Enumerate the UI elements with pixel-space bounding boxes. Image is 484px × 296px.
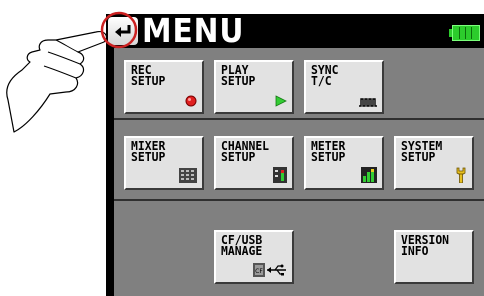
meter-setup-button[interactable]: METER SETUP bbox=[304, 136, 384, 190]
button-label: SYNC T/C bbox=[311, 63, 339, 88]
rec-setup-button[interactable]: REC SETUP bbox=[124, 60, 204, 114]
record-dot-icon bbox=[185, 95, 197, 107]
mixer-grid-icon bbox=[179, 168, 197, 183]
play-triangle-icon bbox=[275, 95, 287, 107]
level-meter-icon bbox=[361, 167, 377, 183]
svg-text:CF: CF bbox=[255, 268, 263, 275]
device-screen: MENU REC SETUP PLAY SETUP SYNC T/C MIXER… bbox=[106, 14, 484, 296]
wrench-icon bbox=[456, 167, 466, 183]
channel-meter-icon bbox=[273, 167, 287, 183]
cf-usb-icon: CF bbox=[253, 263, 286, 277]
menu-panel: REC SETUP PLAY SETUP SYNC T/C MIXER SETU… bbox=[114, 48, 484, 296]
page-title: MENU bbox=[142, 14, 245, 50]
button-label: MIXER SETUP bbox=[131, 139, 166, 164]
cf-usb-manage-button[interactable]: CF/USB MANAGE CF bbox=[214, 230, 294, 284]
play-setup-button[interactable]: PLAY SETUP bbox=[214, 60, 294, 114]
channel-setup-button[interactable]: CHANNEL SETUP bbox=[214, 136, 294, 190]
sync-tc-button[interactable]: SYNC T/C bbox=[304, 60, 384, 114]
button-label: REC SETUP bbox=[131, 63, 166, 88]
title-bar: MENU bbox=[106, 14, 484, 48]
row-divider bbox=[114, 118, 484, 120]
button-label: VERSION INFO bbox=[401, 233, 450, 258]
mixer-setup-button[interactable]: MIXER SETUP bbox=[124, 136, 204, 190]
button-label: METER SETUP bbox=[311, 139, 346, 164]
button-label: CF/USB MANAGE bbox=[221, 233, 263, 258]
row-divider bbox=[114, 199, 484, 201]
battery-icon bbox=[449, 25, 480, 41]
button-label: SYSTEM SETUP bbox=[401, 139, 443, 164]
button-label: CHANNEL SETUP bbox=[221, 139, 270, 164]
timecode-wave-icon bbox=[359, 98, 377, 107]
version-info-button[interactable]: VERSION INFO bbox=[394, 230, 474, 284]
system-setup-button[interactable]: SYSTEM SETUP bbox=[394, 136, 474, 190]
highlight-circle bbox=[100, 11, 138, 49]
button-label: PLAY SETUP bbox=[221, 63, 256, 88]
